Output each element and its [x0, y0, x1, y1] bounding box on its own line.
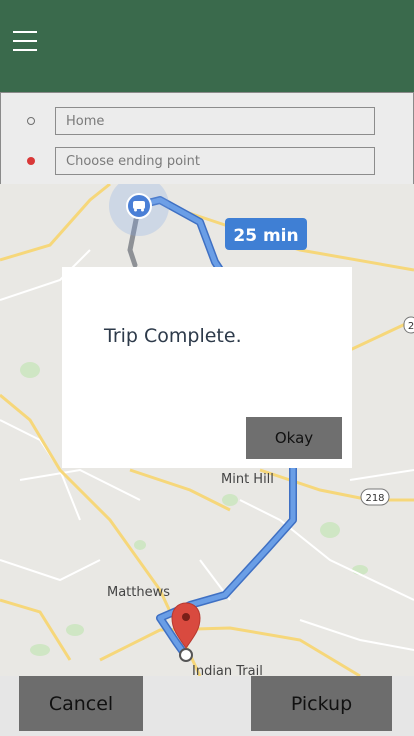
end-location-input[interactable] — [55, 147, 375, 175]
place-label-mint-hill: Mint Hill — [221, 472, 274, 487]
place-label-matthews: Matthews — [107, 585, 170, 600]
eta-text: 25 min — [233, 226, 298, 246]
start-point-icon — [27, 117, 35, 125]
okay-button[interactable]: Okay — [246, 417, 342, 459]
action-footer: Cancel Pickup — [0, 676, 414, 736]
end-point-icon — [27, 157, 35, 165]
start-location-input[interactable] — [55, 107, 375, 135]
cancel-button[interactable]: Cancel — [19, 676, 143, 731]
dialog-message: Trip Complete. — [104, 325, 242, 347]
edge-highway-shield-icon: 2 — [403, 316, 414, 334]
hamburger-menu-icon[interactable] — [13, 31, 37, 51]
trip-complete-dialog: Trip Complete. Okay — [62, 267, 352, 468]
highway-shield-icon: 218 — [360, 488, 390, 506]
app-header — [0, 0, 414, 92]
place-label-indian-trail: Indian Trail — [192, 664, 263, 676]
route-input-panel — [0, 92, 414, 185]
eta-badge: 25 min — [225, 218, 307, 250]
edge-shield-label: 2 — [408, 321, 414, 332]
highway-shield-label: 218 — [365, 493, 384, 504]
pickup-button[interactable]: Pickup — [251, 676, 392, 731]
